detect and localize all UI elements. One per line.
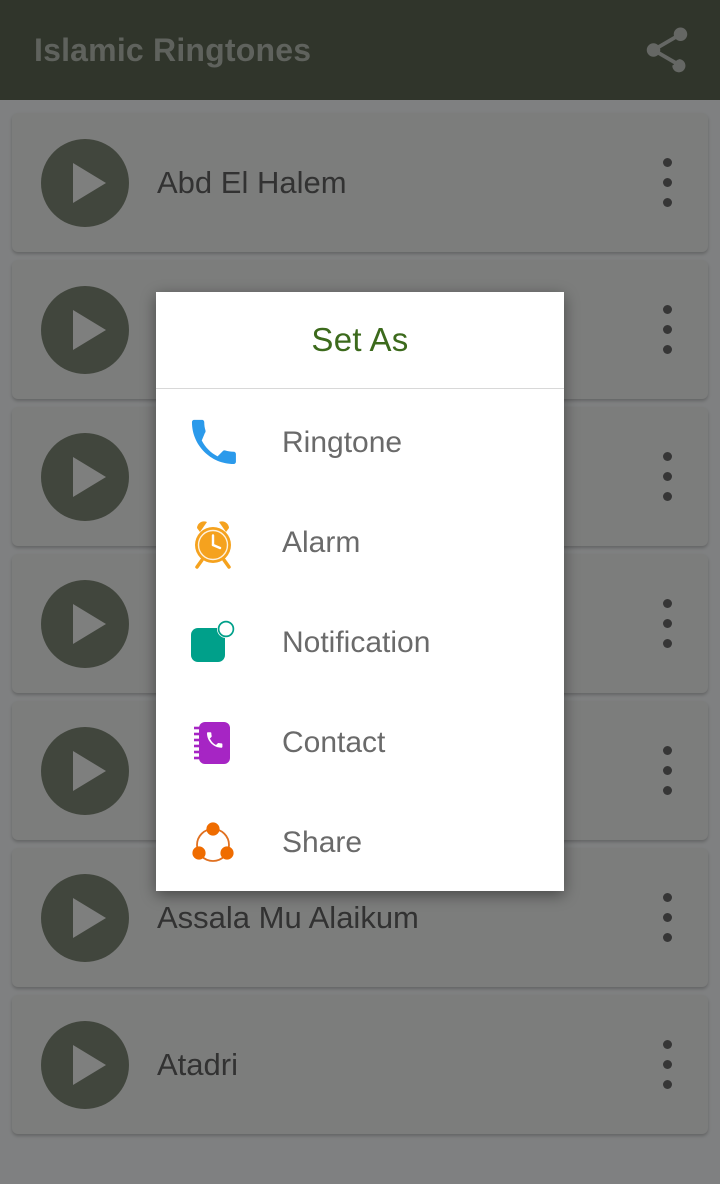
dialog-option-label: Share: [282, 826, 363, 859]
dialog-option-notification[interactable]: Notification: [156, 593, 564, 693]
alarm-clock-icon: [184, 514, 242, 572]
dialog-option-list[interactable]: Ringtone Alarm Notification Contact Share: [156, 389, 564, 891]
dialog-option-share[interactable]: Share: [156, 793, 564, 891]
set-as-dialog: Set As Ringtone Alarm Notification Contact S…: [156, 292, 564, 891]
dialog-option-alarm[interactable]: Alarm: [156, 493, 564, 593]
dialog-option-ringtone[interactable]: Ringtone: [156, 393, 564, 493]
dialog-option-contact[interactable]: Contact: [156, 693, 564, 793]
dialog-title: Set As: [311, 321, 409, 358]
dialog-option-label: Alarm: [282, 526, 361, 559]
dialog-option-label: Ringtone: [282, 426, 403, 459]
notification-icon: [184, 614, 242, 672]
share-nodes-icon: [184, 814, 242, 872]
phone-handset-icon: [184, 414, 242, 472]
contact-book-icon: [184, 714, 242, 772]
dialog-option-label: Notification: [282, 626, 431, 659]
dialog-title-bar: Set As: [156, 292, 564, 389]
dialog-option-label: Contact: [282, 726, 386, 759]
